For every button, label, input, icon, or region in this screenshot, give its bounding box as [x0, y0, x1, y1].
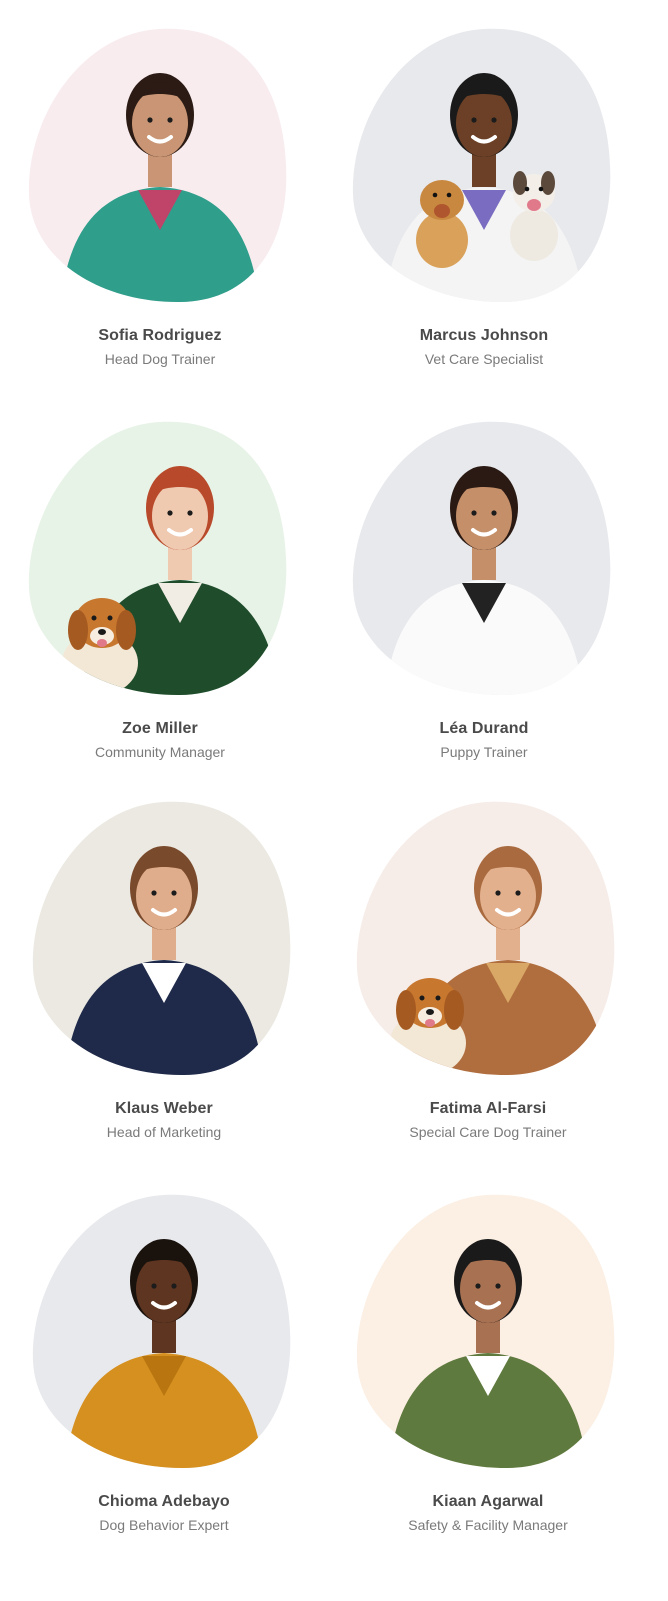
member-role: Head Dog Trainer	[104, 351, 216, 367]
portrait-svg	[28, 421, 287, 696]
team-member-card: Chioma Adebayo Dog Behavior Expert	[4, 1191, 324, 1551]
member-name: Kiaan Agarwal	[432, 1493, 544, 1510]
member-photo	[328, 798, 648, 1098]
team-member-card: Zoe Miller Community Manager	[0, 418, 320, 778]
team-member-card: Sofia Rodriguez Head Dog Trainer	[0, 25, 320, 385]
team-member-card: Léa Durand Puppy Trainer	[324, 418, 644, 778]
dog-illustration	[390, 978, 466, 1075]
portrait-svg	[352, 421, 611, 696]
team-grid: Sofia Rodriguez Head Dog Trainer Marcus …	[0, 0, 668, 1601]
portrait-svg	[356, 801, 615, 1076]
member-name: Zoe Miller	[122, 720, 198, 737]
dog-illustration	[62, 598, 138, 695]
member-name: Chioma Adebayo	[98, 1493, 230, 1510]
member-role: Special Care Dog Trainer	[409, 1124, 567, 1140]
member-photo	[4, 1191, 324, 1491]
portrait-svg	[352, 28, 611, 303]
team-member-card: Klaus Weber Head of Marketing	[4, 798, 324, 1158]
team-member-card: Fatima Al-Farsi Special Care Dog Trainer	[328, 798, 648, 1158]
team-member-card: Marcus Johnson Vet Care Specialist	[324, 25, 644, 385]
member-photo	[4, 798, 324, 1098]
member-photo	[0, 418, 320, 718]
member-photo	[328, 1191, 648, 1491]
portrait-svg	[28, 28, 287, 303]
portrait-svg	[356, 1194, 615, 1469]
member-role: Head of Marketing	[106, 1124, 222, 1140]
member-name: Fatima Al-Farsi	[429, 1100, 547, 1117]
member-role: Vet Care Specialist	[424, 351, 544, 367]
member-name: Léa Durand	[439, 720, 529, 737]
member-role: Safety & Facility Manager	[408, 1517, 568, 1533]
portrait-svg	[32, 801, 291, 1076]
member-name: Sofia Rodriguez	[98, 327, 222, 344]
portrait-svg	[32, 1194, 291, 1469]
team-member-card: Kiaan Agarwal Safety & Facility Manager	[328, 1191, 648, 1551]
member-role: Dog Behavior Expert	[99, 1517, 229, 1533]
member-photo	[324, 25, 644, 325]
member-name: Klaus Weber	[115, 1100, 213, 1117]
member-name: Marcus Johnson	[419, 327, 549, 344]
member-photo	[324, 418, 644, 718]
member-role: Community Manager	[95, 744, 225, 760]
member-role: Puppy Trainer	[440, 744, 528, 760]
member-photo	[0, 25, 320, 325]
